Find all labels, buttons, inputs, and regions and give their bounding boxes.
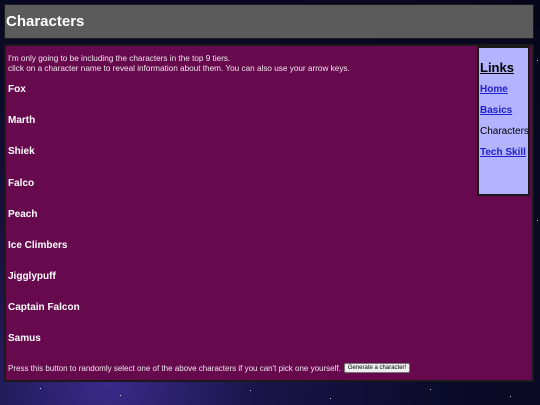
character-samus[interactable]: Samus — [8, 333, 41, 344]
star — [120, 395, 121, 396]
character-fox[interactable]: Fox — [8, 84, 26, 95]
star — [330, 398, 331, 399]
star — [250, 390, 251, 391]
main-content: I'm only going to be including the chara… — [4, 44, 534, 382]
intro-line-1: I'm only going to be including the chara… — [8, 54, 231, 63]
intro-line-2: click on a character name to reveal info… — [8, 64, 350, 73]
link-home[interactable]: Home — [480, 84, 508, 95]
links-sidebar: Links Home Basics Characters Tech Skill — [477, 46, 530, 196]
link-tech-skill[interactable]: Tech Skill — [480, 147, 526, 158]
character-peach[interactable]: Peach — [8, 209, 37, 220]
star — [40, 388, 41, 389]
character-falco[interactable]: Falco — [8, 178, 34, 189]
link-characters[interactable]: Characters — [480, 126, 529, 137]
random-character-row: Press this button to randomly select one… — [8, 363, 411, 373]
links-title: Links — [480, 60, 514, 75]
character-shiek[interactable]: Shiek — [8, 146, 35, 157]
link-basics[interactable]: Basics — [480, 105, 512, 116]
character-jigglypuff[interactable]: Jigglypuff — [8, 271, 56, 282]
character-marth[interactable]: Marth — [8, 115, 35, 126]
generate-character-button[interactable]: Generate a character! — [343, 363, 411, 373]
random-character-text: Press this button to randomly select one… — [8, 363, 341, 373]
star — [510, 396, 511, 397]
intro-text: I'm only going to be including the chara… — [8, 54, 350, 74]
page-title: Characters — [6, 13, 85, 30]
star — [537, 60, 538, 61]
star — [430, 389, 431, 390]
page-header: Characters — [4, 4, 534, 39]
star — [537, 220, 538, 221]
character-ice-climbers[interactable]: Ice Climbers — [8, 240, 67, 251]
character-captain-falcon[interactable]: Captain Falcon — [8, 302, 80, 313]
